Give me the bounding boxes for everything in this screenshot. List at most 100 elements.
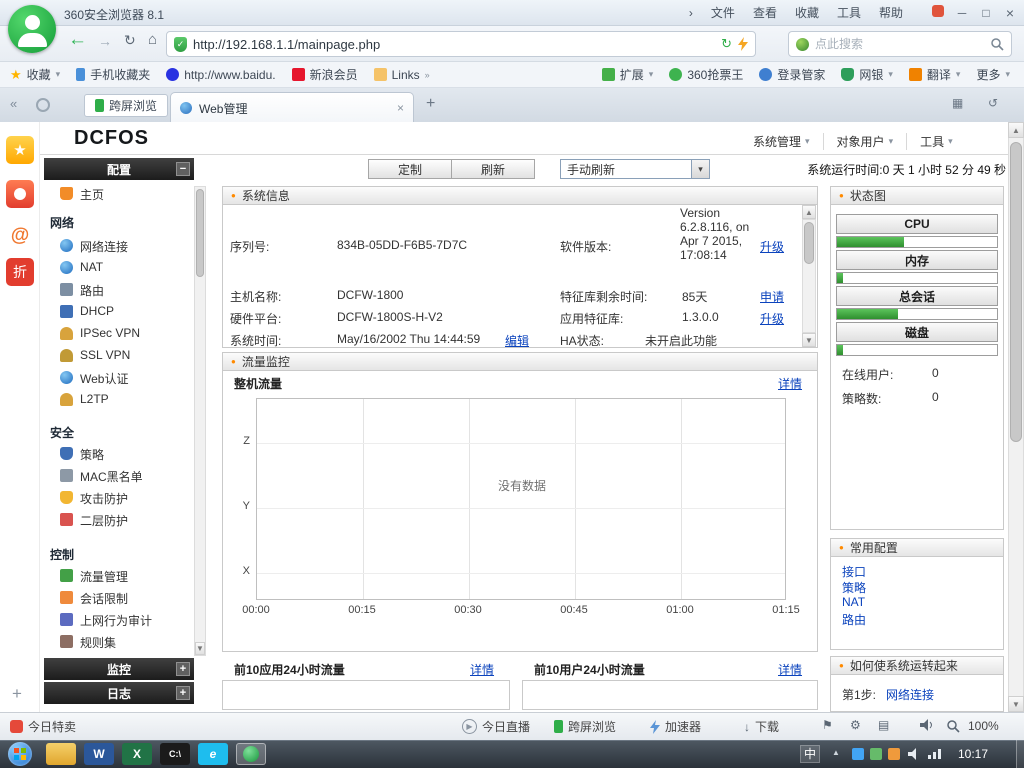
nav-item-web-auth[interactable]: Web认证 xyxy=(80,370,128,387)
menu-collapse-icon[interactable]: › xyxy=(680,6,702,20)
taskbar-cmd-icon[interactable]: C:\ xyxy=(160,743,190,765)
menu-view[interactable]: 查看 xyxy=(744,4,786,21)
taskbar-word-icon[interactable]: W xyxy=(84,743,114,765)
auto-refresh-icon[interactable]: ↻ xyxy=(721,36,732,52)
home-button[interactable]: ⌂ xyxy=(148,31,157,48)
select-arrow-icon[interactable]: ▾ xyxy=(691,160,709,178)
expand-icon[interactable]: + xyxy=(176,662,190,676)
daily-deals-button[interactable]: 今日特卖 xyxy=(10,718,76,735)
tray-network-icon[interactable] xyxy=(928,749,942,759)
menu-favorites[interactable]: 收藏 xyxy=(786,4,828,21)
nav-item-policy[interactable]: 策略 xyxy=(80,446,104,463)
back-button[interactable]: ← xyxy=(68,29,87,51)
top-users-detail-link[interactable]: 详情 xyxy=(778,661,802,678)
accelerator-button[interactable]: 加速器 xyxy=(650,718,701,735)
nav-section-log[interactable]: 日志 + xyxy=(44,682,194,704)
favorites-menu[interactable]: ★ 收藏 ▾ xyxy=(2,62,68,88)
tray-app-icon[interactable] xyxy=(870,748,882,760)
more-tools-button[interactable]: 更多 ▾ xyxy=(968,62,1018,88)
menu-object-user[interactable]: 对象用户 ▾ xyxy=(822,132,907,150)
taskbar-clock[interactable]: 10:17 xyxy=(958,747,988,761)
bookmark-sina[interactable]: 新浪会员 xyxy=(284,62,366,88)
history-icon[interactable] xyxy=(36,98,50,112)
user-avatar[interactable] xyxy=(8,5,56,53)
whole-traffic-detail-link[interactable]: 详情 xyxy=(778,375,802,392)
nav-item-layer2-protection[interactable]: 二层防护 xyxy=(80,512,128,529)
page-scroll-up-icon[interactable]: ▲ xyxy=(1008,122,1024,138)
close-button[interactable]: × xyxy=(998,5,1022,21)
taskbar-folder-icon[interactable] xyxy=(46,743,76,765)
nav-item-dhcp[interactable]: DHCP xyxy=(80,304,114,318)
tab-grid-icon[interactable]: ▦ xyxy=(952,96,963,110)
nav-scroll-down-icon[interactable]: ▼ xyxy=(195,642,205,655)
upgrade-link[interactable]: 升级 xyxy=(760,238,784,255)
menu-help[interactable]: 帮助 xyxy=(870,4,912,21)
nav-scrollbar-thumb[interactable] xyxy=(196,189,204,277)
common-link-policy[interactable]: 策略 xyxy=(842,579,866,596)
apply-link[interactable]: 申请 xyxy=(760,288,784,305)
tab-web-admin[interactable]: Web管理 × xyxy=(170,92,414,123)
ticket-king-button[interactable]: 360抢票王 xyxy=(661,62,751,88)
screenshot-camera-icon[interactable] xyxy=(6,180,34,208)
nav-item-session-limit[interactable]: 会话限制 xyxy=(80,590,128,607)
bookmark-links-folder[interactable]: Links » xyxy=(366,62,438,88)
online-banking-button[interactable]: 网银 ▾ xyxy=(833,62,901,88)
translate-button[interactable]: 翻译 ▾ xyxy=(901,62,969,88)
speed-mode-icon[interactable] xyxy=(738,37,748,51)
nav-item-routing[interactable]: 路由 xyxy=(80,282,104,299)
nav-item-nat[interactable]: NAT xyxy=(80,260,103,274)
tab-close-icon[interactable]: × xyxy=(397,101,404,115)
collapse-icon[interactable]: − xyxy=(176,162,190,176)
bookmark-baidu[interactable]: http://www.baidu. xyxy=(158,62,283,88)
common-link-interface[interactable]: 接口 xyxy=(842,563,866,580)
ime-indicator[interactable]: 中 xyxy=(800,745,820,763)
reload-button[interactable]: ↻ xyxy=(124,32,136,49)
maximize-button[interactable]: □ xyxy=(974,6,998,20)
menu-file[interactable]: 文件 xyxy=(702,4,744,21)
search-box[interactable] xyxy=(788,31,1012,57)
nav-item-l2tp[interactable]: L2TP xyxy=(80,392,109,406)
shop-icon[interactable] xyxy=(926,5,950,20)
nav-item-ruleset[interactable]: 规则集 xyxy=(80,634,116,651)
common-link-routing[interactable]: 路由 xyxy=(842,611,866,628)
taskbar-excel-icon[interactable]: X xyxy=(122,743,152,765)
site-safety-icon[interactable]: ✓ xyxy=(174,36,187,52)
appsig-upgrade-link[interactable]: 升级 xyxy=(760,310,784,327)
nav-item-network-connection[interactable]: 网络连接 xyxy=(80,238,128,255)
refresh-mode-select[interactable]: 手动刷新 ▾ xyxy=(560,159,710,179)
taskbar-ie-icon[interactable]: e xyxy=(198,743,228,765)
cross-screen-button[interactable]: 跨屏浏览 xyxy=(84,94,169,117)
cross-screen-bottom-button[interactable]: 跨屏浏览 xyxy=(554,718,616,735)
forward-button[interactable]: → xyxy=(98,33,112,49)
si-scroll-up-icon[interactable]: ▲ xyxy=(802,205,816,219)
nav-item-traffic-management[interactable]: 流量管理 xyxy=(80,568,128,585)
common-link-nat[interactable]: NAT xyxy=(842,595,865,609)
new-tab-button[interactable]: + xyxy=(426,95,435,113)
si-scroll-down-icon[interactable]: ▼ xyxy=(802,333,816,347)
speaker-icon[interactable] xyxy=(920,719,934,731)
favorites-star-icon[interactable]: ★ xyxy=(6,136,34,164)
login-manager-button[interactable]: 登录管家 xyxy=(751,62,833,88)
contact-at-icon[interactable]: @ xyxy=(6,222,34,250)
tray-update-icon[interactable] xyxy=(888,748,900,760)
menu-site-tools[interactable]: 工具 ▾ xyxy=(906,132,966,150)
tray-security-icon[interactable] xyxy=(852,748,864,760)
nav-scrollbar[interactable]: ▼ xyxy=(194,186,206,656)
search-input[interactable] xyxy=(815,37,984,51)
gear-icon[interactable]: ⚙ xyxy=(850,718,861,732)
url-input[interactable] xyxy=(193,36,716,52)
si-scrollbar-thumb[interactable] xyxy=(804,222,814,264)
nav-item-attack-protection[interactable]: 攻击防护 xyxy=(80,490,128,507)
refresh-button[interactable]: 刷新 xyxy=(451,159,535,179)
menu-system-admin[interactable]: 系统管理 ▾ xyxy=(740,133,823,150)
start-button[interactable] xyxy=(8,742,32,766)
zoom-icon[interactable] xyxy=(946,719,960,733)
tray-expand-icon[interactable]: ▲ xyxy=(832,748,840,757)
reading-mode-icon[interactable]: ▤ xyxy=(878,718,889,732)
bookmark-mobile-favorites[interactable]: 手机收藏夹 xyxy=(68,62,158,88)
nav-item-behavior-audit[interactable]: 上网行为审计 xyxy=(80,612,152,629)
zoom-level[interactable]: 100% xyxy=(968,719,999,733)
tab-scroll-icon[interactable]: « xyxy=(10,96,17,111)
edit-link[interactable]: 编辑 xyxy=(505,332,529,349)
flag-icon[interactable]: ⚑ xyxy=(822,718,833,732)
